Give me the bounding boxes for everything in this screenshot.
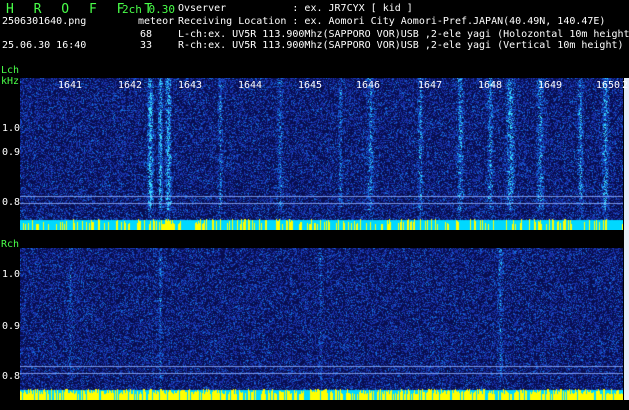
lch-meteor-count: 68 <box>140 29 153 40</box>
time-tick-label: 2 <box>622 80 629 91</box>
lch-spectrogram <box>20 78 623 230</box>
rch-label: Rch <box>1 239 20 250</box>
time-tick-label: 1641 <box>58 80 83 91</box>
rch-meteor-count: 33 <box>140 40 153 51</box>
timestamp-label: 25.06.30 16:40 <box>2 40 87 51</box>
lch-freq-label: 0.9 <box>2 147 21 158</box>
lch-freq-label: 0.8 <box>2 197 21 208</box>
lch-freq-label: 1.0 <box>2 123 21 134</box>
rch-freq-label: 0.8 <box>2 371 21 382</box>
time-tick-label: 1644 <box>238 80 263 91</box>
time-tick-label: 1643 <box>178 80 203 91</box>
time-tick-label: 1648 <box>478 80 503 91</box>
lch-label: Lch <box>1 65 20 76</box>
filename-label: 2506301640.png <box>2 16 87 27</box>
time-tick-label: 1642 <box>118 80 143 91</box>
time-tick-label: 1649 <box>538 80 563 91</box>
time-tick-label: 1645 <box>298 80 323 91</box>
meteor-label: meteor <box>138 16 175 27</box>
khz-label: kHz <box>1 76 20 87</box>
rch-spectrogram <box>20 248 623 400</box>
rch-freq-label: 1.0 <box>2 269 21 280</box>
right-edge-bar <box>624 78 629 400</box>
time-tick-label: 1647 <box>418 80 443 91</box>
version-label: 2ch 0.30 <box>122 3 175 16</box>
rch-freq-label: 0.9 <box>2 321 21 332</box>
location-info: Receiving Location : ex. Aomori City Aom… <box>178 16 606 27</box>
time-tick-label: 1650 <box>596 80 621 91</box>
rch-info: R-ch:ex. UV5R 113.900Mhz(SAPPORO VOR)USB… <box>178 40 624 51</box>
time-tick-label: 1646 <box>356 80 381 91</box>
observer-info: Ovserver : ex. JR7CYX [ kid ] <box>178 3 413 14</box>
lch-info: L-ch:ex. UV5R 113.900Mhz(SAPPORO VOR)USB… <box>178 29 629 40</box>
